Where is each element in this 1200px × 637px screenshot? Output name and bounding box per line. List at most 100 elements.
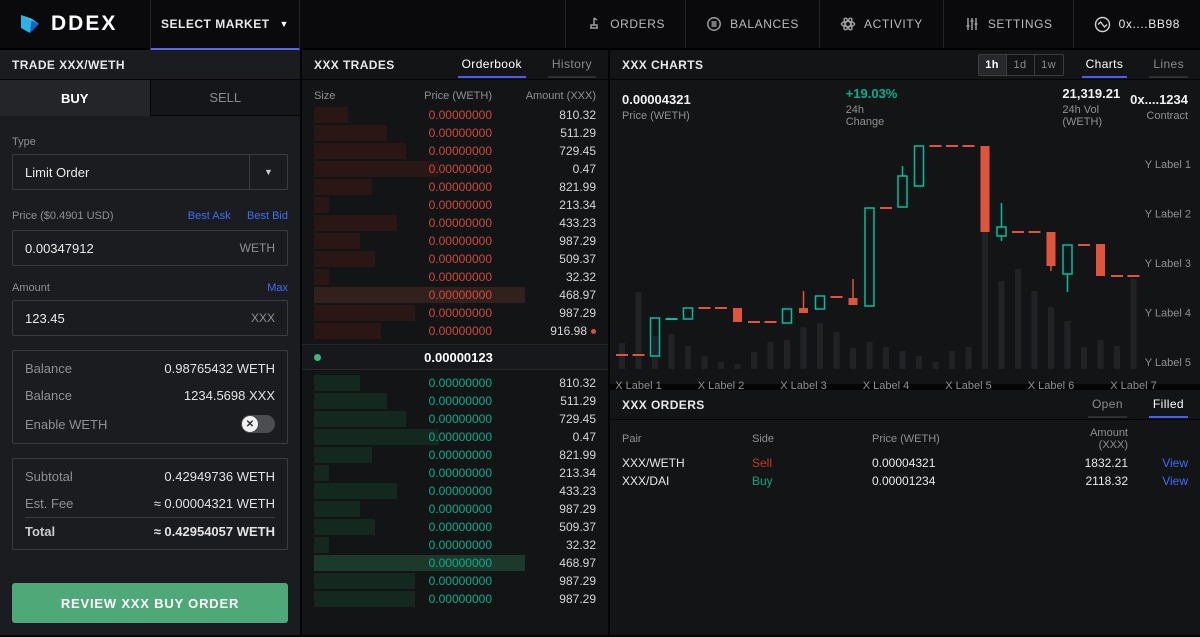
wallet-button[interactable]: 0x....BB98: [1072, 0, 1200, 48]
volume-bar: [1031, 291, 1038, 369]
ask-row[interactable]: 0.00000000 987.29: [302, 304, 608, 322]
bid-row[interactable]: 0.00000000 511.29: [302, 392, 608, 410]
review-order-button[interactable]: REVIEW XXX BUY ORDER: [12, 583, 288, 623]
tab-sell[interactable]: SELL: [149, 80, 300, 116]
best-ask-link[interactable]: Best Ask: [188, 210, 231, 222]
size-bar: [314, 537, 330, 553]
ask-row[interactable]: 0.00000000 810.32: [302, 106, 608, 124]
ask-row[interactable]: 0.00000000 916.98: [302, 322, 608, 340]
bid-row[interactable]: 0.00000000 810.32: [302, 374, 608, 392]
col-size: Size: [314, 90, 336, 102]
tab-buy[interactable]: BUY: [0, 80, 150, 116]
balance-card: Balance 0.98765432 WETH Balance 1234.569…: [12, 350, 288, 444]
nav-item-balances[interactable]: BALANCES: [685, 0, 819, 48]
price-cell: 0.00000000: [428, 270, 492, 284]
ask-row[interactable]: 0.00000000 511.29: [302, 124, 608, 142]
stat-price-label: Price (WETH): [622, 110, 690, 122]
stat-change-value: +19.03%: [845, 86, 898, 101]
tab-history[interactable]: History: [547, 51, 596, 78]
amount-cell: 213.34: [559, 198, 596, 212]
bid-row[interactable]: 0.00000000 987.29: [302, 590, 608, 608]
max-link[interactable]: Max: [267, 282, 288, 294]
price-cell: 0.00000000: [428, 126, 492, 140]
bid-row[interactable]: 0.00000000 32.32: [302, 536, 608, 554]
price-input[interactable]: 0.00347912 WETH: [12, 230, 288, 266]
tab-orderbook[interactable]: Orderbook: [457, 51, 526, 78]
volume-bar: [668, 334, 675, 369]
pair-cell: XXX/DAI: [622, 474, 670, 488]
bid-row[interactable]: 0.00000000 987.29: [302, 572, 608, 590]
orders-column-headers: Pair Side Price (WETH) Amount (XXX): [610, 424, 1200, 454]
volume-bar: [998, 281, 1005, 369]
bear-candle: [799, 308, 808, 313]
bid-row[interactable]: 0.00000000 821.99: [302, 446, 608, 464]
total-row: Total ≈ 0.42954057 WETH: [25, 517, 275, 545]
amount-cell: 509.37: [559, 252, 596, 266]
select-market-dropdown[interactable]: SELECT MARKET ▼: [150, 0, 300, 50]
stat-contract-label: Contract: [1146, 110, 1188, 122]
volume-bar: [767, 342, 774, 369]
price-cell: 0.00000000: [428, 162, 492, 176]
bid-row[interactable]: 0.00000000 987.29: [302, 500, 608, 518]
amount-cell: 213.34: [559, 466, 596, 480]
ask-row[interactable]: 0.00000000 468.97: [302, 286, 608, 304]
interval-1h[interactable]: 1h: [978, 54, 1007, 75]
view-link[interactable]: View: [1128, 474, 1188, 488]
ask-row[interactable]: 0.00000000 987.29: [302, 232, 608, 250]
price-cell: 0.00000000: [428, 556, 492, 570]
order-type-select[interactable]: Limit Order ▼: [12, 154, 288, 190]
ask-row[interactable]: 0.00000000 729.45: [302, 142, 608, 160]
view-link[interactable]: View: [1128, 456, 1188, 470]
amount-cell: 729.45: [559, 144, 596, 158]
last-trade-dot-icon: [591, 329, 596, 334]
ask-row[interactable]: 0.00000000 213.34: [302, 196, 608, 214]
tab-lines[interactable]: Lines: [1149, 51, 1188, 78]
candlestick-chart[interactable]: X Label 1X Label 2X Label 3X Label 4X La…: [610, 136, 1200, 401]
ask-row[interactable]: 0.00000000 821.99: [302, 178, 608, 196]
stat-change-label: 24h Change: [845, 104, 885, 128]
ask-row[interactable]: 0.00000000 509.37: [302, 250, 608, 268]
tab-open[interactable]: Open: [1087, 391, 1127, 418]
order-price-cell: 0.00004321: [872, 456, 936, 470]
ask-row[interactable]: 0.00000000 0.47: [302, 160, 608, 178]
bid-row[interactable]: 0.00000000 729.45: [302, 410, 608, 428]
bull-candle: [781, 308, 793, 324]
fee-row: Est. Fee ≈ 0.00004321 WETH: [25, 490, 275, 517]
subtotal-row: Subtotal 0.42949736 WETH: [25, 463, 275, 490]
size-bar: [314, 197, 330, 213]
interval-1w[interactable]: 1w: [1035, 55, 1063, 75]
volume-bar: [899, 351, 906, 369]
interval-1d[interactable]: 1d: [1007, 54, 1035, 75]
enable-weth-toggle[interactable]: ✕: [241, 415, 275, 433]
tab-filled[interactable]: Filled: [1148, 391, 1188, 418]
size-bar: [314, 465, 330, 481]
y-axis-label: Y Label 4: [1145, 308, 1191, 320]
wallet-icon: [1094, 16, 1110, 32]
volume-bar: [850, 348, 856, 369]
amount-input[interactable]: 123.45 XXX: [12, 300, 288, 336]
ask-row[interactable]: 0.00000000 32.32: [302, 268, 608, 286]
nav-item-activity[interactable]: ACTIVITY: [819, 0, 943, 48]
best-bid-link[interactable]: Best Bid: [247, 210, 288, 222]
pair-cell: XXX/WETH: [622, 456, 685, 470]
nav-item-settings[interactable]: SETTINGS: [942, 0, 1073, 48]
brand-logo[interactable]: DDEX: [0, 0, 150, 48]
tab-charts[interactable]: Charts: [1081, 51, 1128, 78]
nav-item-orders[interactable]: ORDERS: [565, 0, 685, 48]
bid-row[interactable]: 0.00000000 509.37: [302, 518, 608, 536]
bid-row[interactable]: 0.00000000 0.47: [302, 428, 608, 446]
bid-row[interactable]: 0.00000000 433.23: [302, 482, 608, 500]
bid-row[interactable]: 0.00000000 213.34: [302, 464, 608, 482]
ask-row[interactable]: 0.00000000 433.23: [302, 214, 608, 232]
bid-row[interactable]: 0.00000000 468.97: [302, 554, 608, 572]
volume-bar: [1064, 321, 1071, 369]
amount-cell: 810.32: [559, 376, 596, 390]
summary-card: Subtotal 0.42949736 WETH Est. Fee ≈ 0.00…: [12, 458, 288, 550]
price-cell: 0.00000000: [428, 484, 492, 498]
bull-candle: [913, 145, 925, 187]
amount-cell: 0.47: [572, 162, 596, 176]
type-label: Type: [12, 136, 36, 148]
trade-panel-header: TRADE XXX/WETH: [0, 50, 300, 80]
amount-cell: 32.32: [565, 270, 596, 284]
